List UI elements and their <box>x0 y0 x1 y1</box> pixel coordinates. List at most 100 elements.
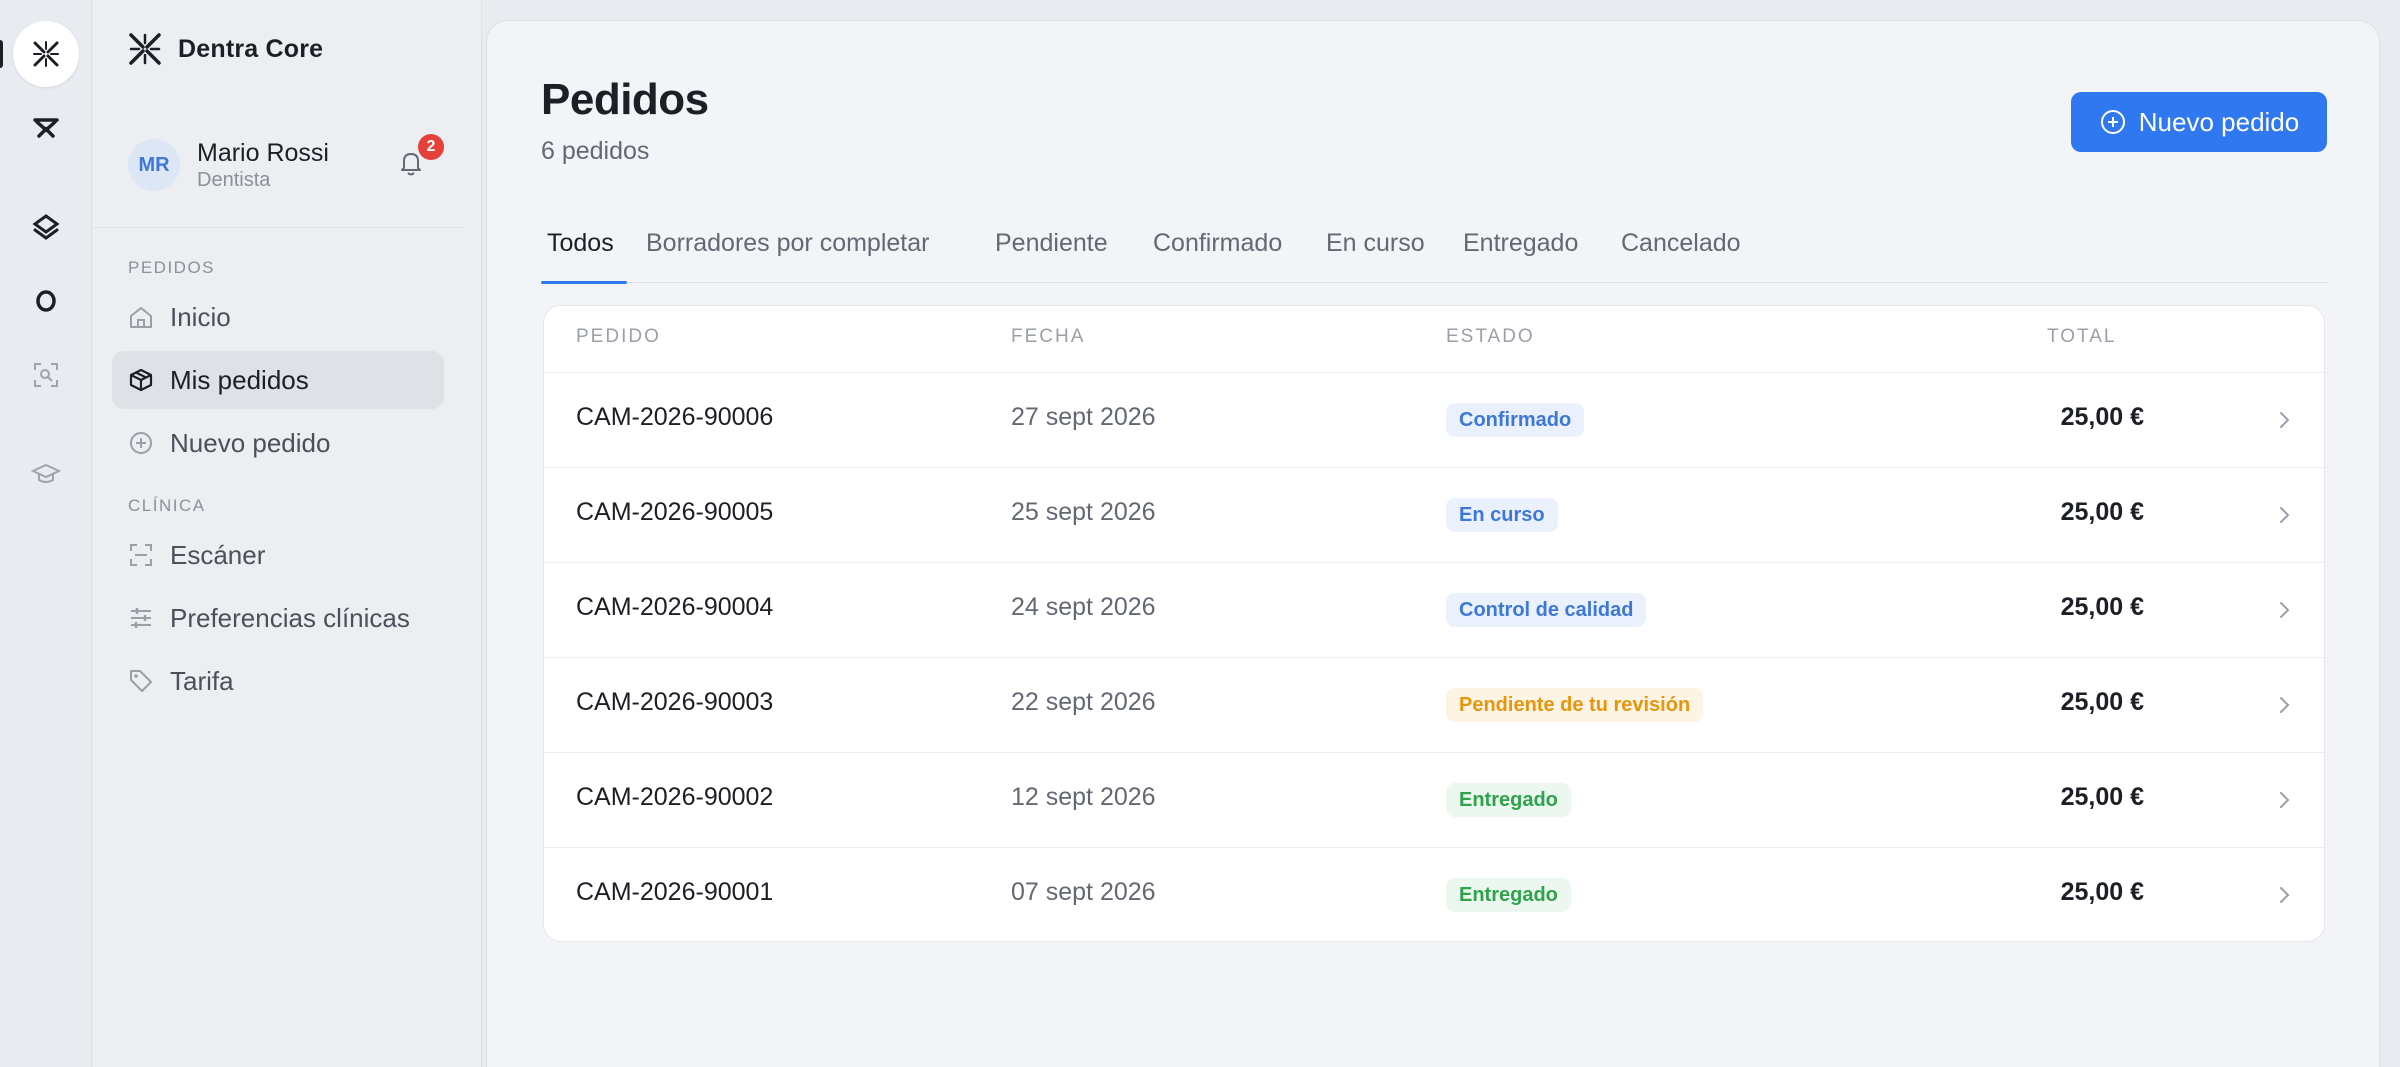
user-name: Mario Rossi <box>197 139 329 167</box>
status-badge: Control de calidad <box>1446 593 1647 627</box>
column-header-pedido: PEDIDO <box>576 326 661 347</box>
plus-circle-icon <box>130 432 152 454</box>
rail-app-2-button[interactable] <box>13 94 79 160</box>
tab-todos[interactable]: Todos <box>547 229 614 280</box>
order-id: CAM-2026-90003 <box>576 688 774 716</box>
order-total: 25,00 € <box>2060 878 2144 906</box>
new-order-button[interactable]: Nuevo pedido <box>2071 92 2327 152</box>
status-tabs: Todos Borradores por completar Pendiente… <box>541 205 2327 284</box>
chevron-right-icon[interactable] <box>2271 407 2297 433</box>
box-icon <box>129 368 153 392</box>
sidebar-divider <box>92 227 464 228</box>
table-header: PEDIDO FECHA ESTADO TOTAL <box>544 306 2324 373</box>
sidebar-item-label: Escáner <box>170 539 266 570</box>
order-total: 25,00 € <box>2060 403 2144 431</box>
brand-name: Dentra Core <box>178 34 324 63</box>
status-badge: Confirmado <box>1446 403 1585 437</box>
sidebar: Dentra Core MR Mario Rossi Dentista 2 PE… <box>92 0 482 1067</box>
status-badge: Pendiente de tu revisión <box>1446 688 1704 722</box>
sliders-icon <box>131 608 151 628</box>
rail-active-marker <box>0 40 3 68</box>
order-total: 25,00 € <box>2060 688 2144 716</box>
dentra-logo-icon <box>33 41 59 67</box>
tab-pendiente[interactable]: Pendiente <box>995 229 1108 280</box>
table-row[interactable]: CAM-2026-90001 07 sept 2026 Entregado 25… <box>544 848 2324 941</box>
scan-icon <box>130 544 152 566</box>
order-date: 22 sept 2026 <box>1011 688 1156 716</box>
order-id: CAM-2026-90002 <box>576 783 774 811</box>
brand[interactable]: Dentra Core <box>128 32 323 66</box>
sidebar-item-escaner[interactable]: Escáner <box>112 526 444 584</box>
order-date: 07 sept 2026 <box>1011 878 1156 906</box>
status-badge: Entregado <box>1446 878 1571 912</box>
orders-table: PEDIDO FECHA ESTADO TOTAL CAM-2026-90006… <box>543 305 2325 942</box>
rail-app-3-button[interactable] <box>13 194 79 260</box>
section-label-orders: PEDIDOS <box>128 258 216 277</box>
app-4-icon <box>36 290 56 312</box>
status-badge: En curso <box>1446 498 1558 532</box>
order-id: CAM-2026-90004 <box>576 593 774 621</box>
dentra-logo-icon <box>129 33 161 65</box>
tab-active-indicator <box>541 281 627 284</box>
order-date: 12 sept 2026 <box>1011 783 1156 811</box>
order-date: 25 sept 2026 <box>1011 498 1156 526</box>
order-id: CAM-2026-90006 <box>576 403 774 431</box>
rail-app-4-button[interactable] <box>13 268 79 334</box>
sidebar-item-inicio[interactable]: Inicio <box>112 288 444 346</box>
tab-confirmado[interactable]: Confirmado <box>1153 229 1282 280</box>
order-date: 27 sept 2026 <box>1011 403 1156 431</box>
plus-circle-icon <box>2100 110 2125 134</box>
sidebar-item-tarifa[interactable]: Tarifa <box>112 652 444 710</box>
order-total: 25,00 € <box>2060 593 2144 621</box>
chevron-right-icon[interactable] <box>2271 787 2297 813</box>
sidebar-item-label: Inicio <box>170 301 231 332</box>
tab-cancelado[interactable]: Cancelado <box>1621 229 1741 280</box>
sidebar-item-label: Mis pedidos <box>170 364 309 395</box>
table-row[interactable]: CAM-2026-90006 27 sept 2026 Confirmado 2… <box>544 373 2324 468</box>
rail-dentra-button[interactable] <box>13 21 79 87</box>
avatar: MR <box>128 139 180 191</box>
column-header-estado: ESTADO <box>1446 326 1535 347</box>
new-order-button-label: Nuevo pedido <box>2138 106 2300 137</box>
sidebar-item-label: Preferencias clínicas <box>170 602 410 633</box>
user-role: Dentista <box>197 169 271 191</box>
column-header-fecha: FECHA <box>1011 326 1086 347</box>
sidebar-item-label: Nuevo pedido <box>170 427 331 458</box>
table-row[interactable]: CAM-2026-90005 25 sept 2026 En curso 25,… <box>544 468 2324 563</box>
chevron-right-icon[interactable] <box>2271 692 2297 718</box>
app-rail <box>0 0 92 1067</box>
chevron-right-icon[interactable] <box>2271 597 2297 623</box>
home-icon <box>130 307 152 328</box>
rail-academy-button[interactable] <box>13 441 79 507</box>
tab-en-curso[interactable]: En curso <box>1326 229 1425 280</box>
tab-borradores[interactable]: Borradores por completar <box>646 229 929 280</box>
tab-entregado[interactable]: Entregado <box>1463 229 1578 280</box>
order-id: CAM-2026-90005 <box>576 498 774 526</box>
column-header-total: TOTAL <box>2047 326 2117 347</box>
order-id: CAM-2026-90001 <box>576 878 774 906</box>
table-row[interactable]: CAM-2026-90003 22 sept 2026 Pendiente de… <box>544 658 2324 753</box>
sidebar-item-nuevo-pedido[interactable]: Nuevo pedido <box>112 414 444 472</box>
order-date: 24 sept 2026 <box>1011 593 1156 621</box>
order-total: 25,00 € <box>2060 783 2144 811</box>
sidebar-item-label: Tarifa <box>170 665 234 696</box>
status-badge: Entregado <box>1446 783 1571 817</box>
app-3-icon <box>32 214 60 240</box>
chevron-right-icon[interactable] <box>2271 502 2297 528</box>
table-row[interactable]: CAM-2026-90004 24 sept 2026 Control de c… <box>544 563 2324 658</box>
order-total: 25,00 € <box>2060 498 2144 526</box>
user-profile[interactable]: MR Mario Rossi Dentista 2 <box>128 134 444 196</box>
scan-icon <box>34 363 58 387</box>
app-2-icon <box>33 118 59 138</box>
section-label-clinic: CLÍNICA <box>128 496 206 515</box>
page-title: Pedidos <box>541 75 709 124</box>
chevron-right-icon[interactable] <box>2271 882 2297 908</box>
main-panel: Pedidos 6 pedidos Nuevo pedido Todos Bor… <box>486 20 2380 1067</box>
tag-icon <box>130 670 152 692</box>
notification-count-badge: 2 <box>418 134 444 160</box>
table-row[interactable]: CAM-2026-90002 12 sept 2026 Entregado 25… <box>544 753 2324 848</box>
sidebar-item-mis-pedidos[interactable]: Mis pedidos <box>112 351 444 409</box>
sidebar-item-preferencias[interactable]: Preferencias clínicas <box>112 589 444 647</box>
order-count: 6 pedidos <box>541 137 650 165</box>
rail-scan-button[interactable] <box>13 342 79 408</box>
